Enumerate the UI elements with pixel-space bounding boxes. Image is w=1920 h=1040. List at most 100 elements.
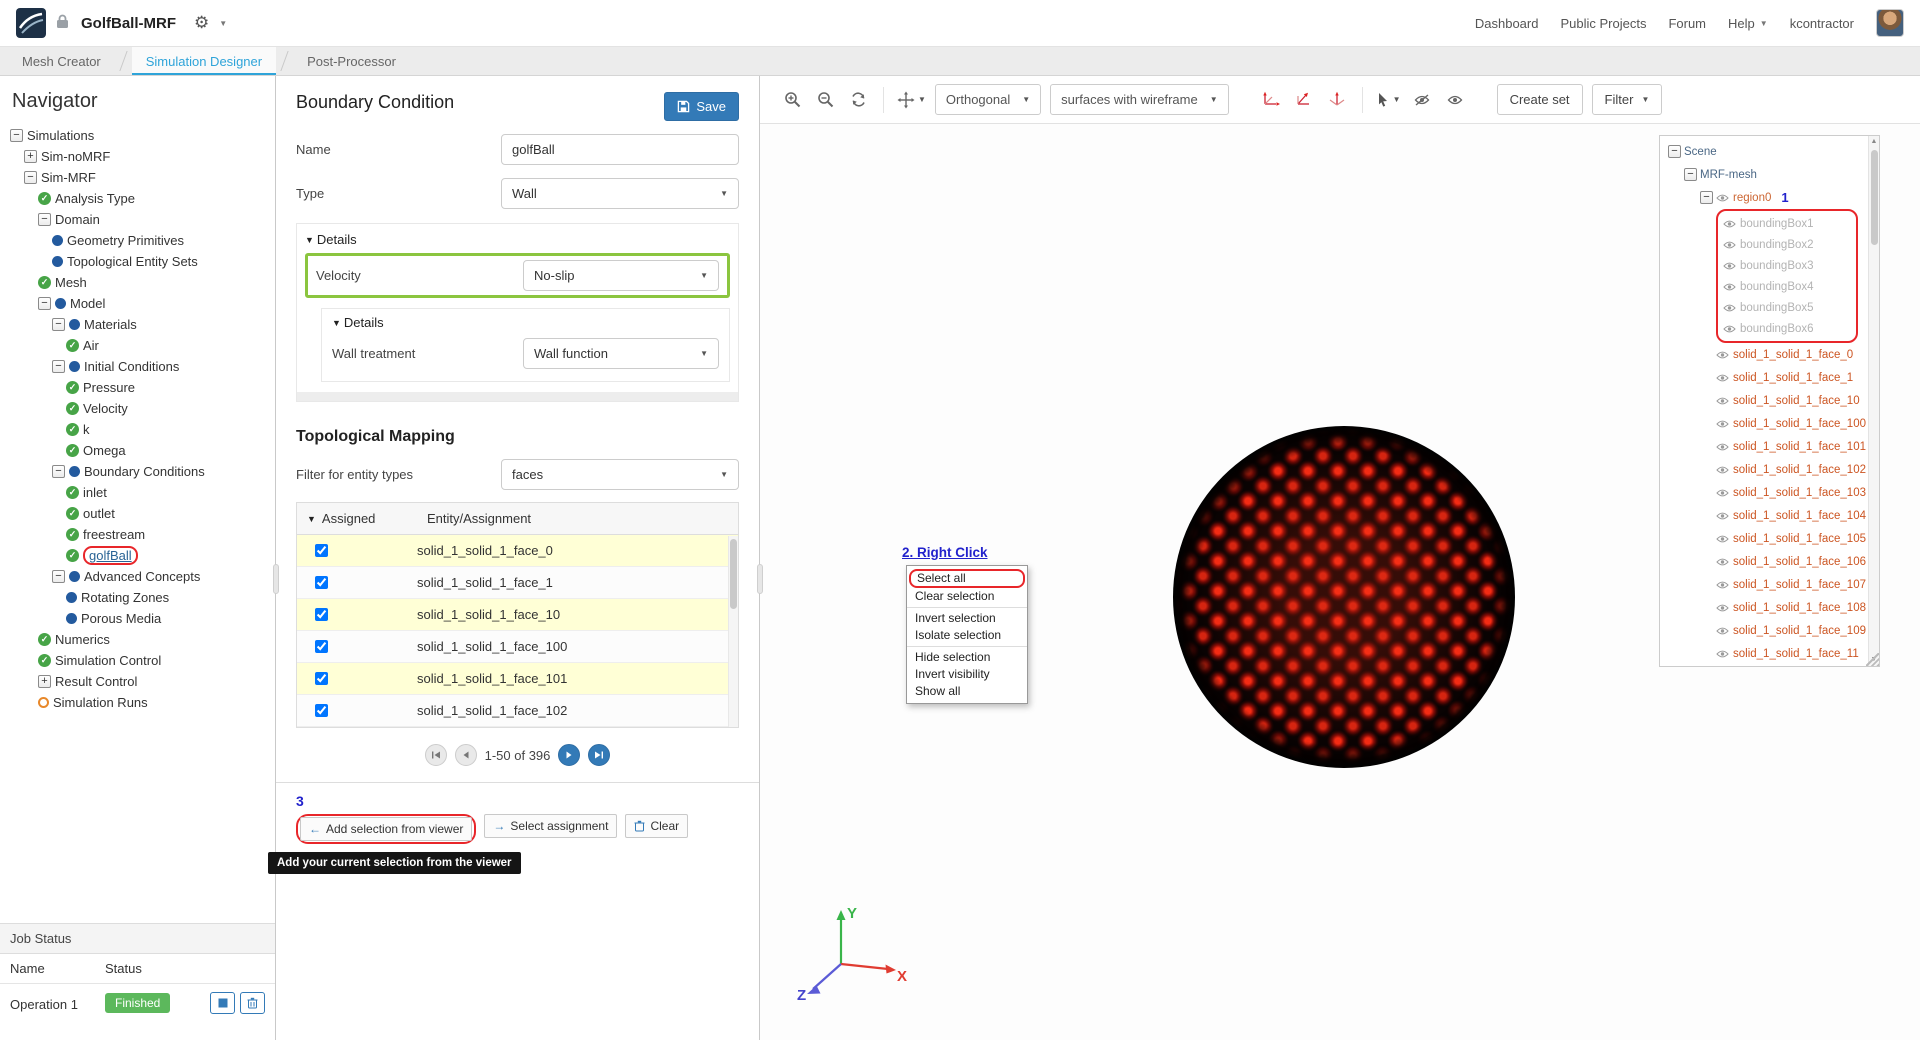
context-menu-item-select-all[interactable]: Select all (909, 569, 1025, 588)
scene-item-solid-1-solid-1-face-108[interactable]: solid_1_solid_1_face_108 (1664, 596, 1866, 619)
expand-icon[interactable]: + (24, 150, 37, 163)
nav-item-porous-media[interactable]: Porous Media (0, 608, 275, 629)
scene-item-solid-1-solid-1-face-10[interactable]: solid_1_solid_1_face_10 (1664, 389, 1866, 412)
nav-item-omega[interactable]: ✓Omega (0, 440, 275, 461)
panel-resize-handle[interactable] (757, 564, 763, 594)
scene-tree-scrollbar[interactable]: ▲ ▼ (1868, 136, 1879, 666)
nav-item-simulations[interactable]: −Simulations (0, 125, 275, 146)
eye-icon[interactable] (1716, 649, 1729, 659)
nav-item-numerics[interactable]: ✓Numerics (0, 629, 275, 650)
assigned-checkbox[interactable] (315, 576, 328, 589)
filter-button[interactable]: Filter▼ (1592, 84, 1663, 115)
nav-dashboard[interactable]: Dashboard (1475, 16, 1539, 31)
eye-icon[interactable] (1723, 303, 1736, 313)
eye-icon[interactable] (1716, 373, 1729, 383)
nav-item-rotating-zones[interactable]: Rotating Zones (0, 587, 275, 608)
nav-item-simulation-control[interactable]: ✓Simulation Control (0, 650, 275, 671)
viewer-canvas[interactable]: 2. Right Click Select allClear selection… (760, 124, 1920, 1040)
eye-icon[interactable] (1716, 626, 1729, 636)
entity-filter-select[interactable]: faces▼ (501, 459, 739, 490)
nav-help[interactable]: Help▼ (1728, 16, 1768, 31)
velocity-select[interactable]: No-slip▼ (523, 260, 719, 291)
scene-item-solid-1-solid-1-face-106[interactable]: solid_1_solid_1_face_106 (1664, 550, 1866, 573)
eye-icon[interactable] (1716, 488, 1729, 498)
panel-resize-handle[interactable] (273, 564, 279, 594)
nav-item-materials[interactable]: −Materials (0, 314, 275, 335)
scene-item-solid-1-solid-1-face-100[interactable]: solid_1_solid_1_face_100 (1664, 412, 1866, 435)
nav-item-velocity[interactable]: ✓Velocity (0, 398, 275, 419)
nav-item-sim-nomrf[interactable]: +Sim-noMRF (0, 146, 275, 167)
nav-item-freestream[interactable]: ✓freestream (0, 524, 275, 545)
create-set-button[interactable]: Create set (1497, 84, 1583, 115)
red-axis-icon-1[interactable] (1259, 87, 1283, 113)
wall-treatment-select[interactable]: Wall function▼ (523, 338, 719, 369)
nav-item-k[interactable]: ✓k (0, 419, 275, 440)
eye-icon[interactable] (1723, 219, 1736, 229)
collapse-icon[interactable]: − (38, 297, 51, 310)
add-selection-from-viewer-button[interactable]: ←Add selection from viewer (300, 817, 472, 841)
first-page-button[interactable] (425, 744, 447, 766)
nav-item-boundary-conditions[interactable]: −Boundary Conditions (0, 461, 275, 482)
gear-icon[interactable]: ⚙ (194, 13, 209, 33)
eye-icon[interactable] (1723, 282, 1736, 292)
assigned-checkbox[interactable] (315, 608, 328, 621)
scrollbar-thumb[interactable] (730, 539, 737, 609)
nav-item-sim-mrf[interactable]: −Sim-MRF (0, 167, 275, 188)
assigned-checkbox[interactable] (315, 704, 328, 717)
scene-item-solid-1-solid-1-face-101[interactable]: solid_1_solid_1_face_101 (1664, 435, 1866, 458)
collapse-icon[interactable]: − (52, 465, 65, 478)
collapse-icon[interactable]: − (1684, 168, 1697, 181)
scene-item-solid-1-solid-1-face-105[interactable]: solid_1_solid_1_face_105 (1664, 527, 1866, 550)
eye-icon[interactable] (1716, 534, 1729, 544)
scene-item-boundingbox3[interactable]: boundingBox3 (1723, 255, 1851, 276)
scene-node-scene[interactable]: −Scene (1664, 140, 1866, 163)
scene-item-solid-1-solid-1-face-11[interactable]: solid_1_solid_1_face_11 (1664, 642, 1866, 665)
nav-item-pressure[interactable]: ✓Pressure (0, 377, 275, 398)
scrollbar-thumb[interactable] (1871, 150, 1878, 245)
assigned-checkbox[interactable] (315, 640, 328, 653)
user-avatar[interactable] (1876, 9, 1904, 37)
collapse-icon[interactable]: − (52, 318, 65, 331)
type-select[interactable]: Wall▼ (501, 178, 739, 209)
eye-icon[interactable] (1716, 350, 1729, 360)
collapse-icon[interactable]: − (1668, 145, 1681, 158)
nav-item-model[interactable]: −Model (0, 293, 275, 314)
delete-button[interactable] (240, 992, 265, 1014)
nav-item-domain[interactable]: −Domain (0, 209, 275, 230)
zoom-in-icon[interactable] (780, 87, 804, 113)
eye-icon[interactable] (1723, 240, 1736, 250)
scene-item-solid-1-solid-1-face-104[interactable]: solid_1_solid_1_face_104 (1664, 504, 1866, 527)
prev-page-button[interactable] (455, 744, 477, 766)
tab-post-processor[interactable]: Post-Processor (293, 47, 410, 75)
assigned-checkbox[interactable] (315, 672, 328, 685)
last-page-button[interactable] (588, 744, 610, 766)
app-logo-icon[interactable] (16, 8, 46, 38)
scene-item-solid-1-solid-1-face-102[interactable]: solid_1_solid_1_face_102 (1664, 458, 1866, 481)
eye-icon[interactable] (1723, 324, 1736, 334)
assigned-checkbox[interactable] (315, 544, 328, 557)
scene-item-boundingbox5[interactable]: boundingBox5 (1723, 297, 1851, 318)
collapse-icon[interactable]: − (24, 171, 37, 184)
stop-button[interactable] (210, 992, 235, 1014)
scene-item-boundingbox2[interactable]: boundingBox2 (1723, 234, 1851, 255)
name-input[interactable] (501, 134, 739, 165)
visibility-off-icon[interactable] (1410, 87, 1434, 113)
details-header[interactable]: ▼Details (305, 232, 730, 247)
scene-node-mrf-mesh[interactable]: −MRF-mesh (1664, 163, 1866, 186)
select-cursor-icon[interactable]: ▼ (1376, 87, 1401, 113)
projection-select[interactable]: Orthogonal▼ (935, 84, 1041, 115)
scene-node-region0[interactable]: −region01 (1664, 186, 1866, 209)
eye-icon[interactable] (1723, 261, 1736, 271)
collapse-icon[interactable]: − (38, 213, 51, 226)
nav-forum[interactable]: Forum (1668, 16, 1706, 31)
resize-grip[interactable] (1866, 653, 1879, 666)
collapse-icon[interactable]: − (52, 360, 65, 373)
render-mode-select[interactable]: surfaces with wireframe▼ (1050, 84, 1228, 115)
eye-icon[interactable] (1716, 465, 1729, 475)
scene-item-solid-1-solid-1-face-1[interactable]: solid_1_solid_1_face_1 (1664, 366, 1866, 389)
context-menu-item-invert-selection[interactable]: Invert selection (907, 610, 1027, 627)
subdetails-header[interactable]: ▼Details (332, 315, 719, 330)
eye-icon[interactable] (1716, 603, 1729, 613)
nav-item-simulation-runs[interactable]: Simulation Runs (0, 692, 275, 713)
nav-item-advanced-concepts[interactable]: −Advanced Concepts (0, 566, 275, 587)
